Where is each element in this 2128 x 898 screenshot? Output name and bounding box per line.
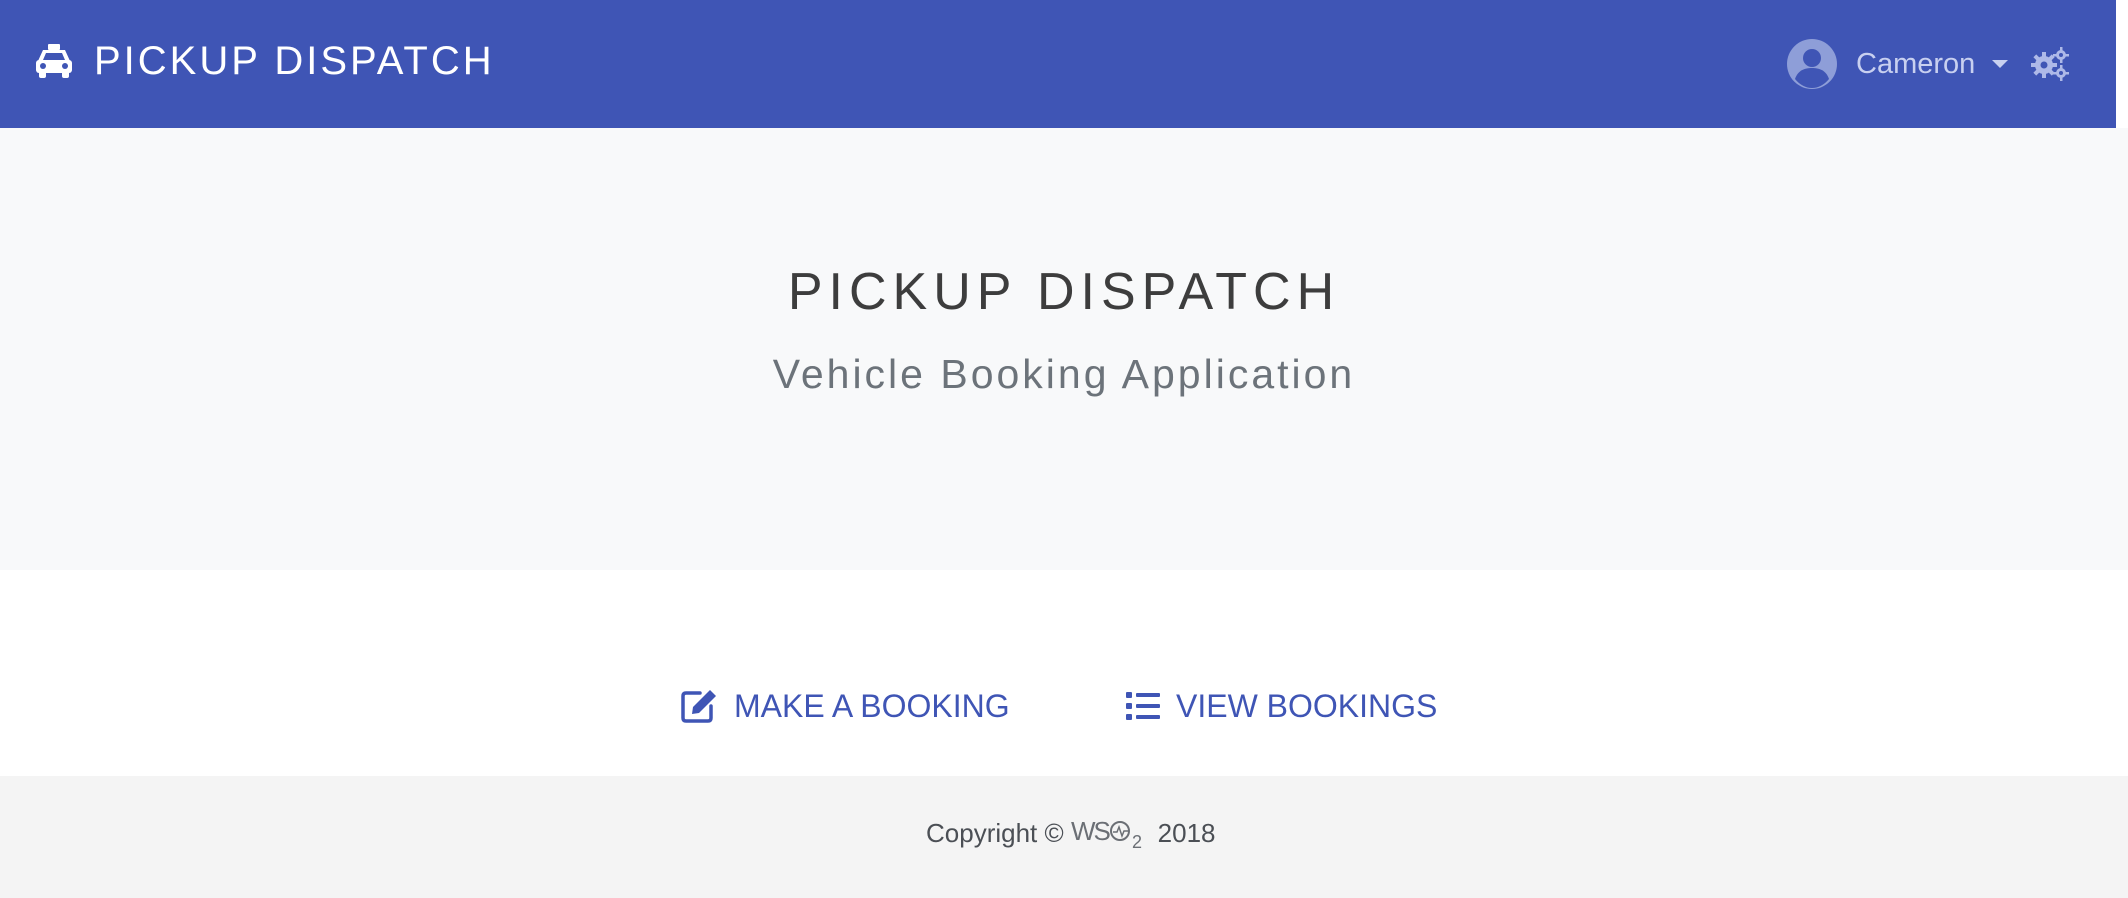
brand-title: PICKUP DISPATCH: [94, 39, 495, 83]
wso2-logo: WS 2: [1071, 816, 1142, 850]
user-name: Cameron: [1856, 48, 1976, 80]
window-edge: [2116, 0, 2128, 128]
footer: Copyright © WS 2 2018: [0, 776, 2128, 898]
svg-text:2: 2: [1132, 832, 1142, 850]
action-links: MAKE A BOOKING VIEW BOOKINGS: [0, 570, 2128, 776]
svg-text:WS: WS: [1071, 816, 1111, 846]
make-booking-link[interactable]: MAKE A BOOKING: [680, 686, 1010, 726]
hero-banner: PICKUP DISPATCH Vehicle Booking Applicat…: [0, 128, 2128, 570]
brand-link[interactable]: PICKUP DISPATCH: [34, 38, 495, 84]
make-booking-label: MAKE A BOOKING: [734, 688, 1010, 724]
copyright-year: 2018: [1157, 818, 1216, 848]
view-bookings-label: VIEW BOOKINGS: [1176, 688, 1438, 724]
user-menu-dropdown[interactable]: Cameron: [1786, 38, 2009, 90]
user-circle-icon: [1787, 39, 1837, 89]
hero-subtitle: Vehicle Booking Application: [772, 351, 1356, 397]
gears-icon[interactable]: [2030, 46, 2070, 82]
app-window: PICKUP DISPATCH Cameron PICKUP DISPATCH …: [0, 0, 2128, 898]
copyright-text: Copyright ©: [926, 818, 1064, 848]
taxi-car-icon: [36, 44, 72, 78]
edit-icon: [681, 690, 716, 723]
view-bookings-link[interactable]: VIEW BOOKINGS: [1126, 686, 1437, 726]
top-navbar: PICKUP DISPATCH Cameron: [0, 0, 2116, 128]
hero-title: PICKUP DISPATCH: [787, 263, 1341, 321]
copyright-line: Copyright © WS 2 2018: [926, 816, 1216, 850]
list-icon: [1126, 692, 1160, 720]
caret-down-icon: [1992, 60, 2009, 68]
